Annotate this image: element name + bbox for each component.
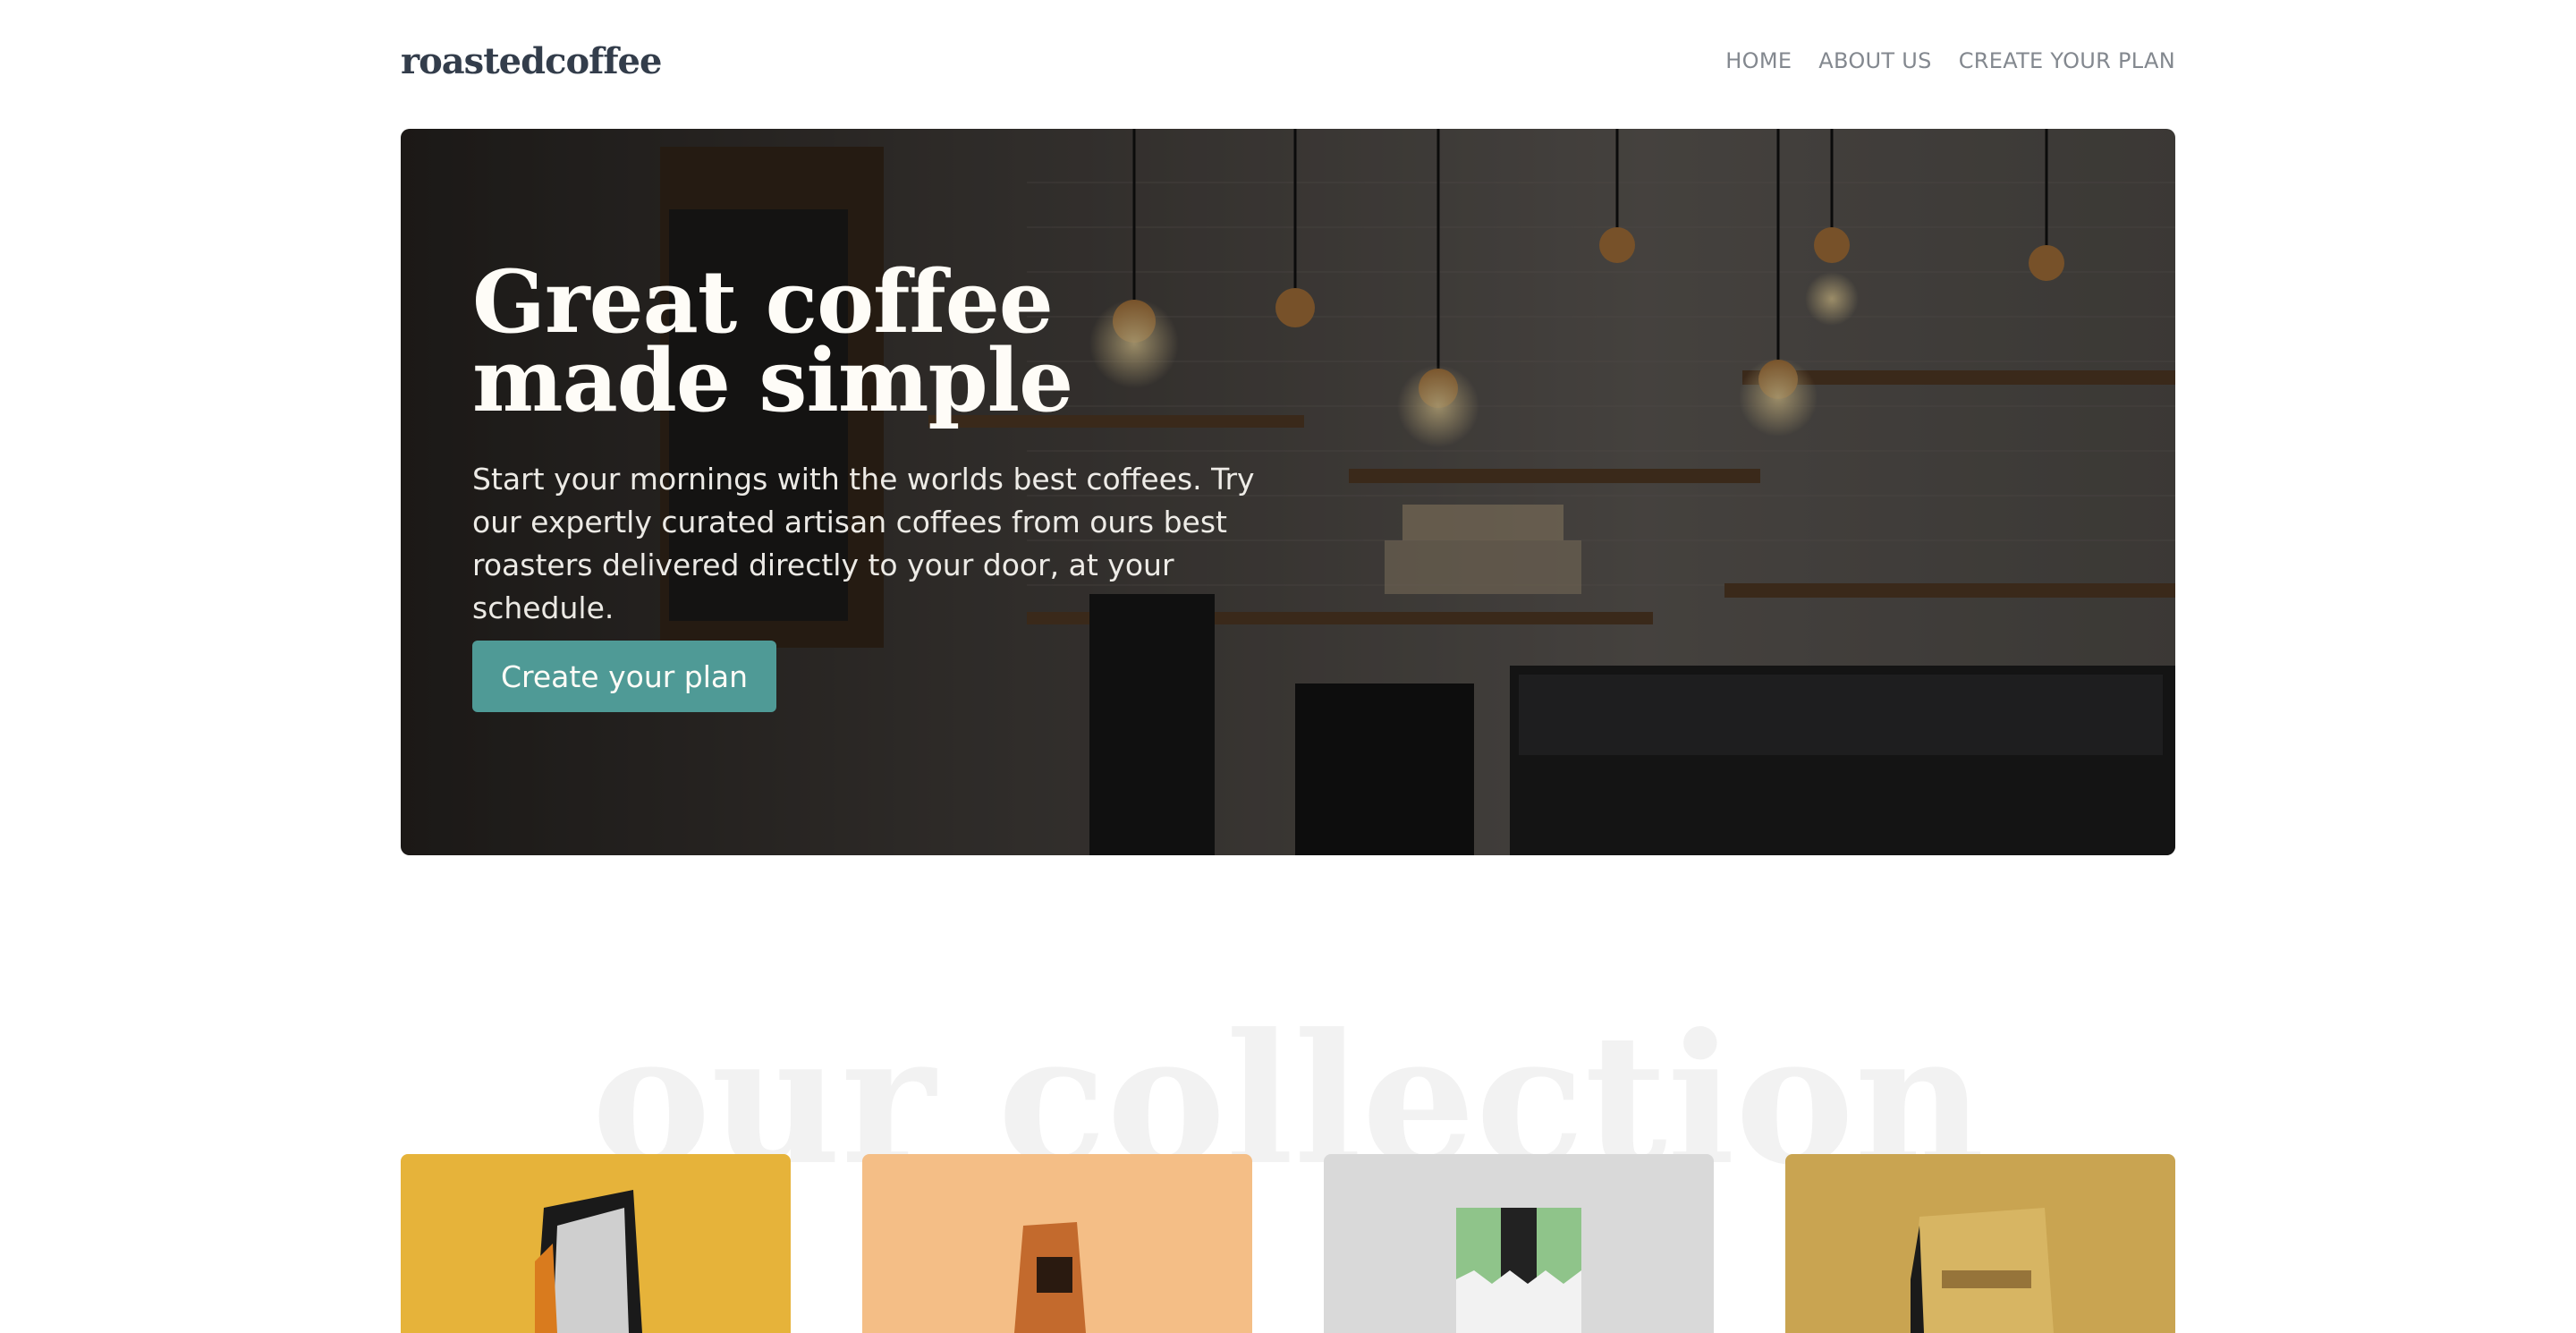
site-header: roastedcoffee HOME ABOUT US CREATE YOUR … — [401, 36, 2175, 86]
nav-home[interactable]: HOME — [1725, 48, 1792, 73]
nav-about-us[interactable]: ABOUT US — [1818, 48, 1931, 73]
product-list — [401, 1154, 2175, 1333]
coffee-bag-image — [1014, 1222, 1086, 1333]
main-nav: HOME ABOUT US CREATE YOUR PLAN — [1725, 48, 2175, 73]
hero-title: Great coffee made simple — [472, 251, 1073, 431]
hero: Great coffee made simple Start your morn… — [401, 129, 2175, 855]
product-card[interactable] — [1785, 1154, 2175, 1333]
nav-create-plan[interactable]: CREATE YOUR PLAN — [1959, 48, 2175, 73]
hero-description: Start your mornings with the worlds best… — [472, 462, 1255, 625]
product-card[interactable] — [401, 1154, 791, 1333]
product-card[interactable] — [1324, 1154, 1714, 1333]
hero-content: Great coffee made simple Start your morn… — [472, 251, 1259, 659]
coffee-bag-image — [1911, 1208, 2054, 1333]
product-card[interactable] — [862, 1154, 1252, 1333]
coffee-bag-image — [1456, 1208, 1581, 1333]
logo[interactable]: roastedcoffee — [401, 40, 662, 82]
coffee-bag-image — [535, 1190, 642, 1333]
create-plan-button[interactable]: Create your plan — [472, 641, 776, 712]
